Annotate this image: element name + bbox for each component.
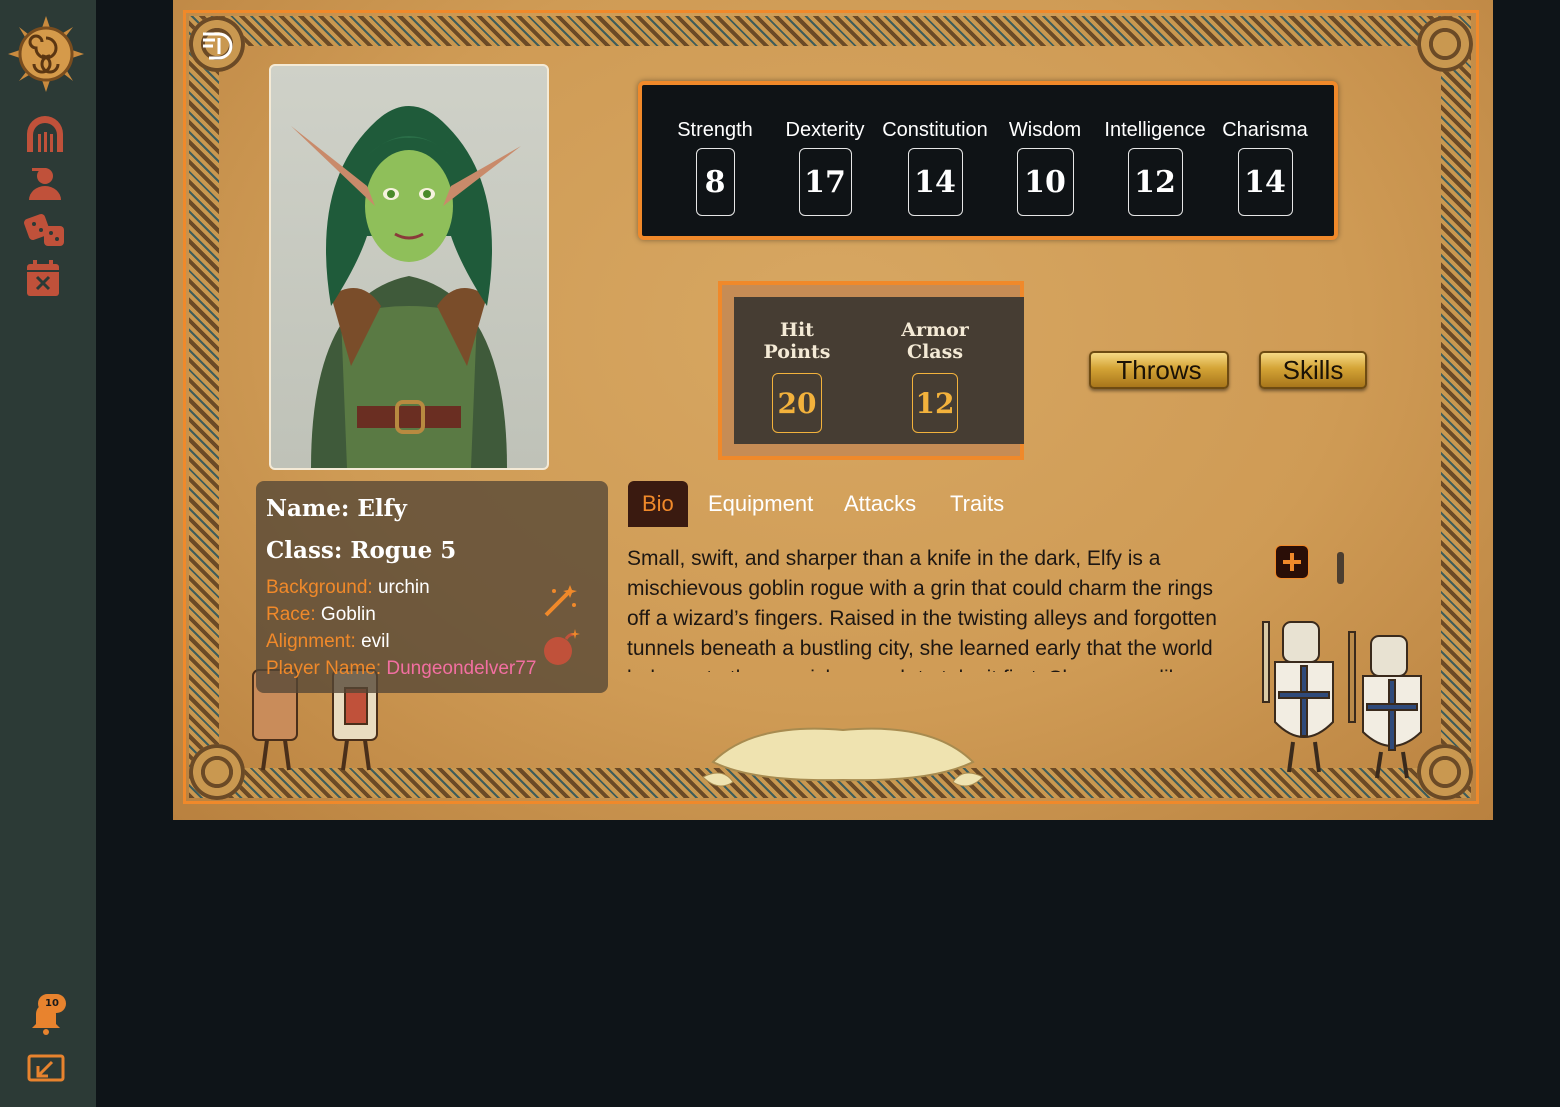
calendar-x-icon[interactable]: [24, 258, 66, 298]
player-name-value[interactable]: Dungeondelver77: [386, 658, 536, 679]
character-info-box: Name: Elfy Class: Rogue 5 Background: ur…: [256, 481, 608, 693]
ability-label: Wisdom: [1008, 119, 1082, 141]
ability-label: Intelligence: [1104, 119, 1206, 141]
ability-value[interactable]: 17: [798, 148, 852, 216]
vitals-panel: Hit Points 20 Armor Class 12: [718, 281, 1024, 460]
add-button[interactable]: [1275, 545, 1309, 579]
tab-equipment[interactable]: Equipment: [694, 481, 827, 527]
armor-class-label: Armor Class: [901, 319, 969, 363]
character-sheet: Name: Elfy Class: Rogue 5 Background: ur…: [173, 0, 1493, 820]
armor-class: Armor Class 12: [880, 319, 990, 433]
magic-wand-icon[interactable]: [542, 583, 578, 619]
ability-strength: Strength 8: [655, 119, 775, 216]
ability-intelligence: Intelligence 12: [1095, 119, 1215, 216]
scroll-banner-decoration: [702, 727, 984, 787]
sun-spiral-logo[interactable]: [6, 14, 86, 94]
hit-points: Hit Points 20: [752, 319, 842, 433]
vitals-inner: Hit Points 20 Armor Class 12: [734, 297, 1024, 444]
ability-charisma: Charisma 14: [1205, 119, 1325, 216]
ability-value[interactable]: 14: [1237, 148, 1293, 216]
alignment-label: Alignment:: [266, 631, 356, 652]
knights-decoration: [1262, 621, 1422, 779]
alignment-value: evil: [361, 631, 390, 652]
ability-label: Strength: [677, 119, 753, 141]
bio-text: Small, swift, and sharper than a knife i…: [627, 547, 1217, 672]
ability-constitution: Constitution 14: [875, 119, 995, 216]
ability-value[interactable]: 12: [1127, 148, 1183, 216]
exit-icon[interactable]: [26, 1052, 66, 1086]
sidebar: 10: [0, 0, 96, 1107]
character-class: Class: Rogue 5: [266, 537, 457, 564]
race-line: Race: Goblin: [266, 604, 376, 626]
bio-scrollbar[interactable]: [1337, 552, 1344, 584]
character-icon[interactable]: [24, 162, 66, 202]
hit-points-value[interactable]: 20: [772, 373, 822, 433]
ability-value[interactable]: 14: [907, 148, 963, 216]
player-name-line: Player Name: Dungeondelver77: [266, 658, 536, 680]
ability-label: Dexterity: [785, 119, 865, 141]
dice-icon[interactable]: [24, 210, 66, 250]
throws-button[interactable]: Throws: [1089, 351, 1229, 389]
armor-class-value[interactable]: 12: [912, 373, 958, 433]
tab-bio[interactable]: Bio: [628, 481, 688, 527]
background-value: urchin: [377, 577, 430, 598]
character-portrait: [269, 64, 549, 470]
tab-traits[interactable]: Traits: [936, 481, 1018, 527]
ability-wisdom: Wisdom 10: [985, 119, 1105, 216]
background-line: Background: urchin: [266, 577, 430, 599]
ability-value[interactable]: 8: [695, 148, 735, 216]
ability-label: Charisma: [1222, 119, 1308, 141]
goblin-portrait-image: [291, 106, 521, 468]
hit-points-label: Hit Points: [763, 319, 831, 363]
ability-scores-panel: Strength 8 Dexterity 17 Constitution 14 …: [638, 81, 1338, 240]
ability-label: Constitution: [882, 119, 988, 141]
background-label: Background:: [266, 577, 373, 598]
player-name-label: Player Name:: [266, 658, 382, 679]
tab-attacks[interactable]: Attacks: [830, 481, 930, 527]
bomb-icon[interactable]: [540, 627, 580, 667]
race-value: Goblin: [320, 604, 376, 625]
character-name: Name: Elfy: [266, 495, 407, 522]
ability-dexterity: Dexterity 17: [765, 119, 885, 216]
plus-icon: [1283, 553, 1301, 571]
portal-icon[interactable]: [24, 114, 66, 154]
d20-logo-icon[interactable]: [199, 26, 237, 60]
alignment-line: Alignment: evil: [266, 631, 390, 653]
ability-value[interactable]: 10: [1016, 148, 1074, 216]
skills-button[interactable]: Skills: [1259, 351, 1367, 389]
race-label: Race:: [266, 604, 316, 625]
notification-badge: 10: [38, 994, 66, 1013]
